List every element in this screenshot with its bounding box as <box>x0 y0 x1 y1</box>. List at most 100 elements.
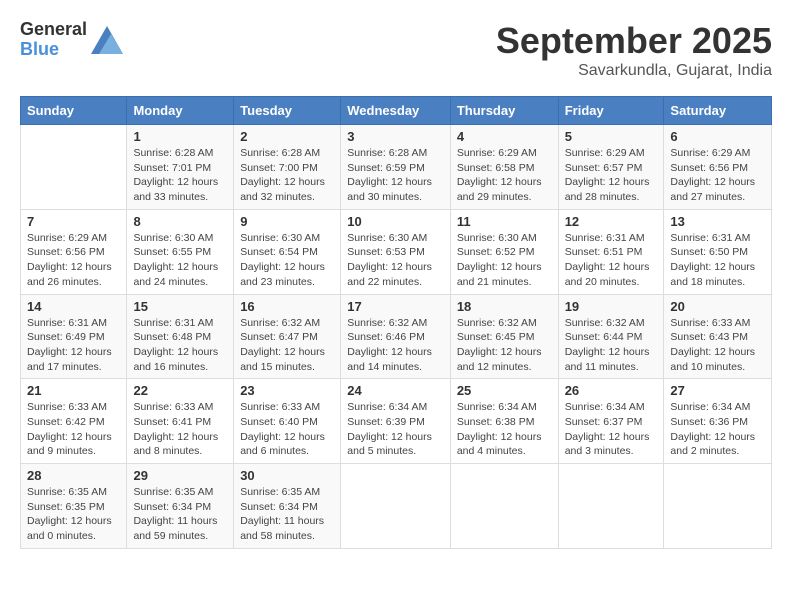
day-number: 16 <box>240 299 334 314</box>
calendar-cell <box>558 464 664 549</box>
calendar-cell: 25 Sunrise: 6:34 AM Sunset: 6:38 PM Dayli… <box>450 379 558 464</box>
day-info: Sunrise: 6:32 AM Sunset: 6:46 PM Dayligh… <box>347 316 444 375</box>
week-row-1: 1Sunrise: 6:28 AM Sunset: 7:01 PM Daylig… <box>21 125 772 210</box>
calendar-cell: 5Sunrise: 6:29 AM Sunset: 6:57 PM Daylig… <box>558 125 664 210</box>
day-info: Sunrise: 6:29 AM Sunset: 6:57 PM Dayligh… <box>565 146 658 205</box>
calendar-cell: 30Sunrise: 6:35 AM Sunset: 6:34 PM Dayli… <box>234 464 341 549</box>
day-number: 9 <box>240 214 334 229</box>
day-number: 24 <box>347 383 444 398</box>
day-number: 29 <box>133 468 227 483</box>
title-block: September 2025 Savarkundla, Gujarat, Ind… <box>496 20 772 80</box>
day-info: Sunrise: 6:29 AM Sunset: 6:58 PM Dayligh… <box>457 146 552 205</box>
logo-icon <box>91 26 123 54</box>
day-info: Sunrise: 6:30 AM Sunset: 6:55 PM Dayligh… <box>133 231 227 290</box>
day-info: Sunrise: 6:34 AM Sunset: 6:38 PM Dayligh… <box>457 400 552 459</box>
week-row-5: 28 Sunrise: 6:35 AM Sunset: 6:35 PM Dayli… <box>21 464 772 549</box>
day-number: 8 <box>133 214 227 229</box>
logo-blue-text: Blue <box>20 40 87 60</box>
weekday-wednesday: Wednesday <box>341 97 451 125</box>
weekday-header-row: SundayMondayTuesdayWednesdayThursdayFrid… <box>21 97 772 125</box>
day-info: Sunrise: 6:33 AM Sunset: 6:41 PM Dayligh… <box>133 400 227 459</box>
calendar-cell: 19Sunrise: 6:32 AM Sunset: 6:44 PM Dayli… <box>558 294 664 379</box>
page-header: General Blue September 2025 Savarkundla,… <box>20 20 772 80</box>
calendar-cell: 3 Sunrise: 6:28 AM Sunset: 6:59 PM Daylig… <box>341 125 451 210</box>
calendar-cell: 24Sunrise: 6:34 AM Sunset: 6:39 PM Dayli… <box>341 379 451 464</box>
calendar-cell: 1Sunrise: 6:28 AM Sunset: 7:01 PM Daylig… <box>127 125 234 210</box>
day-number: 21 <box>27 383 120 398</box>
calendar-cell: 20Sunrise: 6:33 AM Sunset: 6:43 PM Dayli… <box>664 294 772 379</box>
day-number: 18 <box>457 299 552 314</box>
week-row-4: 21Sunrise: 6:33 AM Sunset: 6:42 PM Dayli… <box>21 379 772 464</box>
month-title: September 2025 <box>496 20 772 62</box>
day-info: Sunrise: 6:29 AM Sunset: 6:56 PM Dayligh… <box>670 146 765 205</box>
day-number: 14 <box>27 299 120 314</box>
calendar-cell: 9 Sunrise: 6:30 AM Sunset: 6:54 PM Daylig… <box>234 209 341 294</box>
day-info: Sunrise: 6:32 AM Sunset: 6:47 PM Dayligh… <box>240 316 334 375</box>
day-info: Sunrise: 6:30 AM Sunset: 6:54 PM Dayligh… <box>240 231 334 290</box>
week-row-3: 14 Sunrise: 6:31 AM Sunset: 6:49 PM Dayli… <box>21 294 772 379</box>
day-info: Sunrise: 6:28 AM Sunset: 6:59 PM Dayligh… <box>347 146 444 205</box>
calendar-cell: 6 Sunrise: 6:29 AM Sunset: 6:56 PM Daylig… <box>664 125 772 210</box>
calendar-cell: 7 Sunrise: 6:29 AM Sunset: 6:56 PM Daylig… <box>21 209 127 294</box>
day-number: 19 <box>565 299 658 314</box>
day-number: 25 <box>457 383 552 398</box>
day-number: 26 <box>565 383 658 398</box>
day-info: Sunrise: 6:31 AM Sunset: 6:51 PM Dayligh… <box>565 231 658 290</box>
day-info: Sunrise: 6:33 AM Sunset: 6:43 PM Dayligh… <box>670 316 765 375</box>
day-number: 27 <box>670 383 765 398</box>
weekday-sunday: Sunday <box>21 97 127 125</box>
day-number: 17 <box>347 299 444 314</box>
day-info: Sunrise: 6:34 AM Sunset: 6:36 PM Dayligh… <box>670 400 765 459</box>
weekday-friday: Friday <box>558 97 664 125</box>
calendar-cell: 11 Sunrise: 6:30 AM Sunset: 6:52 PM Dayli… <box>450 209 558 294</box>
day-info: Sunrise: 6:33 AM Sunset: 6:40 PM Dayligh… <box>240 400 334 459</box>
calendar-cell: 8 Sunrise: 6:30 AM Sunset: 6:55 PM Daylig… <box>127 209 234 294</box>
day-number: 1 <box>133 129 227 144</box>
day-number: 13 <box>670 214 765 229</box>
day-number: 30 <box>240 468 334 483</box>
week-row-2: 7 Sunrise: 6:29 AM Sunset: 6:56 PM Daylig… <box>21 209 772 294</box>
day-info: Sunrise: 6:35 AM Sunset: 6:34 PM Dayligh… <box>133 485 227 544</box>
calendar-cell: 21Sunrise: 6:33 AM Sunset: 6:42 PM Dayli… <box>21 379 127 464</box>
calendar-cell: 15 Sunrise: 6:31 AM Sunset: 6:48 PM Dayli… <box>127 294 234 379</box>
calendar-cell: 16 Sunrise: 6:32 AM Sunset: 6:47 PM Dayli… <box>234 294 341 379</box>
day-number: 4 <box>457 129 552 144</box>
day-info: Sunrise: 6:35 AM Sunset: 6:35 PM Dayligh… <box>27 485 120 544</box>
calendar-cell: 17 Sunrise: 6:32 AM Sunset: 6:46 PM Dayli… <box>341 294 451 379</box>
calendar-cell <box>21 125 127 210</box>
day-number: 28 <box>27 468 120 483</box>
day-number: 22 <box>133 383 227 398</box>
day-info: Sunrise: 6:28 AM Sunset: 7:00 PM Dayligh… <box>240 146 334 205</box>
day-info: Sunrise: 6:31 AM Sunset: 6:50 PM Dayligh… <box>670 231 765 290</box>
calendar-cell: 23 Sunrise: 6:33 AM Sunset: 6:40 PM Dayli… <box>234 379 341 464</box>
calendar-cell <box>450 464 558 549</box>
day-number: 11 <box>457 214 552 229</box>
calendar-cell: 26 Sunrise: 6:34 AM Sunset: 6:37 PM Dayli… <box>558 379 664 464</box>
calendar-cell <box>341 464 451 549</box>
calendar-cell: 14 Sunrise: 6:31 AM Sunset: 6:49 PM Dayli… <box>21 294 127 379</box>
day-info: Sunrise: 6:29 AM Sunset: 6:56 PM Dayligh… <box>27 231 120 290</box>
weekday-saturday: Saturday <box>664 97 772 125</box>
calendar-cell: 13 Sunrise: 6:31 AM Sunset: 6:50 PM Dayli… <box>664 209 772 294</box>
calendar-cell: 27 Sunrise: 6:34 AM Sunset: 6:36 PM Dayli… <box>664 379 772 464</box>
day-number: 12 <box>565 214 658 229</box>
day-number: 6 <box>670 129 765 144</box>
calendar-cell: 22 Sunrise: 6:33 AM Sunset: 6:41 PM Dayli… <box>127 379 234 464</box>
location: Savarkundla, Gujarat, India <box>496 62 772 80</box>
day-number: 3 <box>347 129 444 144</box>
day-number: 7 <box>27 214 120 229</box>
day-number: 23 <box>240 383 334 398</box>
calendar-cell <box>664 464 772 549</box>
day-info: Sunrise: 6:30 AM Sunset: 6:52 PM Dayligh… <box>457 231 552 290</box>
day-number: 15 <box>133 299 227 314</box>
calendar-cell: 29 Sunrise: 6:35 AM Sunset: 6:34 PM Dayli… <box>127 464 234 549</box>
calendar-cell: 10Sunrise: 6:30 AM Sunset: 6:53 PM Dayli… <box>341 209 451 294</box>
day-info: Sunrise: 6:31 AM Sunset: 6:49 PM Dayligh… <box>27 316 120 375</box>
day-info: Sunrise: 6:31 AM Sunset: 6:48 PM Dayligh… <box>133 316 227 375</box>
logo-general-text: General <box>20 20 87 40</box>
calendar-cell: 12 Sunrise: 6:31 AM Sunset: 6:51 PM Dayli… <box>558 209 664 294</box>
calendar-cell: 28 Sunrise: 6:35 AM Sunset: 6:35 PM Dayli… <box>21 464 127 549</box>
day-info: Sunrise: 6:32 AM Sunset: 6:45 PM Dayligh… <box>457 316 552 375</box>
day-info: Sunrise: 6:34 AM Sunset: 6:37 PM Dayligh… <box>565 400 658 459</box>
calendar-table: SundayMondayTuesdayWednesdayThursdayFrid… <box>20 96 772 549</box>
